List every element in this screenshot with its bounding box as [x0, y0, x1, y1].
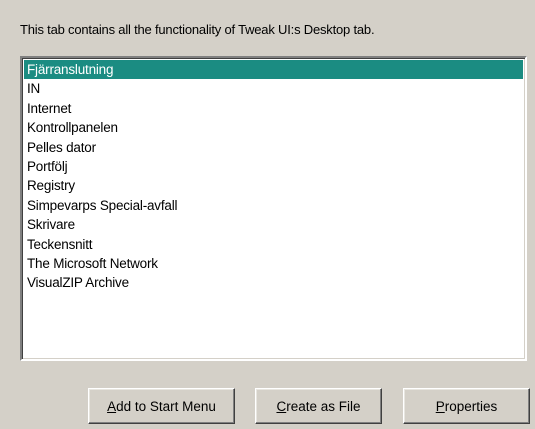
properties-button[interactable]: Properties	[403, 388, 530, 424]
list-item-in[interactable]: IN	[24, 79, 523, 98]
desktop-items-listbox[interactable]: Fjärranslutning IN Internet Kontrollpane…	[20, 56, 527, 361]
list-item-kontrollpanelen[interactable]: Kontrollpanelen	[24, 118, 523, 137]
add-to-start-menu-label: dd to Start Menu	[116, 398, 216, 414]
list-item-simpevarps-special-avfall[interactable]: Simpevarps Special-avfall	[24, 196, 523, 215]
create-as-file-mnemonic: C	[276, 398, 287, 414]
desktop-tab-panel: This tab contains all the functionality …	[0, 0, 535, 429]
list-item-portfolj[interactable]: Portfölj	[24, 157, 523, 176]
create-as-file-button[interactable]: Create as File	[255, 388, 382, 424]
list-items-container: Fjärranslutning IN Internet Kontrollpane…	[24, 60, 523, 293]
tab-description: This tab contains all the functionality …	[20, 22, 375, 37]
properties-mnemonic: P	[435, 398, 445, 414]
create-as-file-label: reate as File	[286, 398, 361, 414]
add-to-start-menu-button[interactable]: Add to Start Menu	[88, 388, 235, 424]
add-to-start-menu-mnemonic: A	[107, 398, 117, 414]
list-item-fjarranslutning[interactable]: Fjärranslutning	[24, 60, 523, 80]
list-item-registry[interactable]: Registry	[24, 176, 523, 195]
list-item-pelles-dator[interactable]: Pelles dator	[24, 138, 523, 157]
list-item-microsoft-network[interactable]: The Microsoft Network	[24, 254, 523, 273]
list-item-internet[interactable]: Internet	[24, 99, 523, 118]
properties-label: roperties	[444, 398, 498, 414]
list-item-skrivare[interactable]: Skrivare	[24, 215, 523, 234]
list-item-teckensnitt[interactable]: Teckensnitt	[24, 235, 523, 254]
list-item-visualzip-archive[interactable]: VisualZIP Archive	[24, 273, 523, 292]
